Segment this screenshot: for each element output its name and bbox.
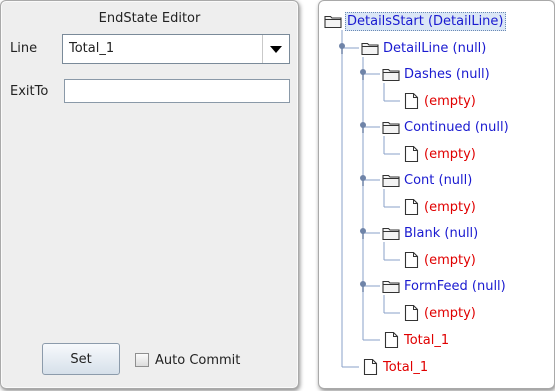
tree-node-label: (empty)	[424, 305, 476, 321]
tree-node-folder[interactable]: FormFeed (null)	[382, 276, 507, 296]
expand-handle-icon[interactable]	[358, 68, 368, 80]
folder-icon	[382, 118, 400, 136]
expand-handle-icon[interactable]	[358, 280, 368, 292]
tree-node-folder[interactable]: Continued (null)	[382, 117, 510, 137]
tree-node-label: (empty)	[424, 93, 476, 109]
tree-node-folder[interactable]: Cont (null)	[382, 170, 473, 190]
line-combobox[interactable]: Total_1	[62, 34, 290, 64]
tree-node-label: Cont (null)	[404, 172, 473, 188]
state-tree-panel: DetailsStart (DetailLine) DetailLine (nul…	[318, 0, 555, 389]
folder-icon	[382, 277, 400, 295]
tree-node-leaf[interactable]: Total_1	[361, 357, 429, 377]
folder-icon	[382, 224, 400, 242]
file-icon	[402, 198, 420, 216]
tree-node-leaf[interactable]: (empty)	[402, 250, 477, 270]
auto-commit-label: Auto Commit	[155, 352, 241, 368]
line-combobox-value: Total_1	[69, 41, 115, 56]
tree-node-leaf[interactable]: (empty)	[402, 91, 477, 111]
tree-node-folder[interactable]: Blank (null)	[382, 223, 479, 243]
set-button[interactable]: Set	[42, 343, 120, 375]
auto-commit-checkbox[interactable]: Auto Commit	[135, 351, 240, 369]
file-icon	[402, 92, 420, 110]
exitto-label: ExitTo	[10, 84, 49, 99]
line-label: Line	[10, 41, 38, 56]
tree-node-label: Dashes (null)	[404, 66, 490, 82]
tree-node-folder[interactable]: DetailLine (null)	[361, 38, 487, 58]
tree-node-label: DetailsStart (DetailLine)	[345, 11, 506, 31]
folder-icon	[324, 12, 342, 30]
file-icon	[402, 145, 420, 163]
tree-node-leaf[interactable]: (empty)	[402, 197, 477, 217]
tree-node-label: (empty)	[424, 146, 476, 162]
checkbox-box[interactable]	[135, 353, 149, 367]
folder-icon	[382, 65, 400, 83]
editor-title: EndState Editor	[98, 11, 201, 26]
tree-node-label: FormFeed (null)	[404, 278, 506, 294]
file-icon	[382, 331, 400, 349]
expand-handle-icon[interactable]	[358, 121, 368, 133]
expand-handle-icon[interactable]	[337, 42, 347, 54]
expand-handle-icon[interactable]	[358, 227, 368, 239]
tree-node-leaf[interactable]: Total_1	[382, 330, 450, 350]
tree-node-leaf[interactable]: (empty)	[402, 303, 477, 323]
tree-node-folder[interactable]: Dashes (null)	[382, 64, 491, 84]
tree-node-label: (empty)	[424, 199, 476, 215]
tree-node-label: Total_1	[383, 359, 429, 375]
file-icon	[361, 358, 379, 376]
tree-node-folder[interactable]: DetailsStart (DetailLine)	[324, 11, 506, 31]
chevron-down-icon	[270, 46, 282, 53]
file-icon	[402, 251, 420, 269]
exitto-input[interactable]	[64, 79, 290, 103]
tree-node-leaf[interactable]: (empty)	[402, 144, 477, 164]
tree-node-label: (empty)	[424, 252, 476, 268]
folder-icon	[382, 171, 400, 189]
tree-node-label: DetailLine (null)	[383, 40, 487, 56]
tree-node-label: Total_1	[404, 332, 450, 348]
tree-node-label: Blank (null)	[404, 225, 479, 241]
folder-icon	[361, 39, 379, 57]
expand-handle-icon[interactable]	[358, 174, 368, 186]
line-dropdown-button[interactable]	[262, 35, 289, 63]
endstate-editor-panel: EndState Editor Line Total_1 ExitTo Set …	[0, 0, 299, 389]
tree-node-label: Continued (null)	[404, 119, 509, 135]
file-icon	[402, 304, 420, 322]
